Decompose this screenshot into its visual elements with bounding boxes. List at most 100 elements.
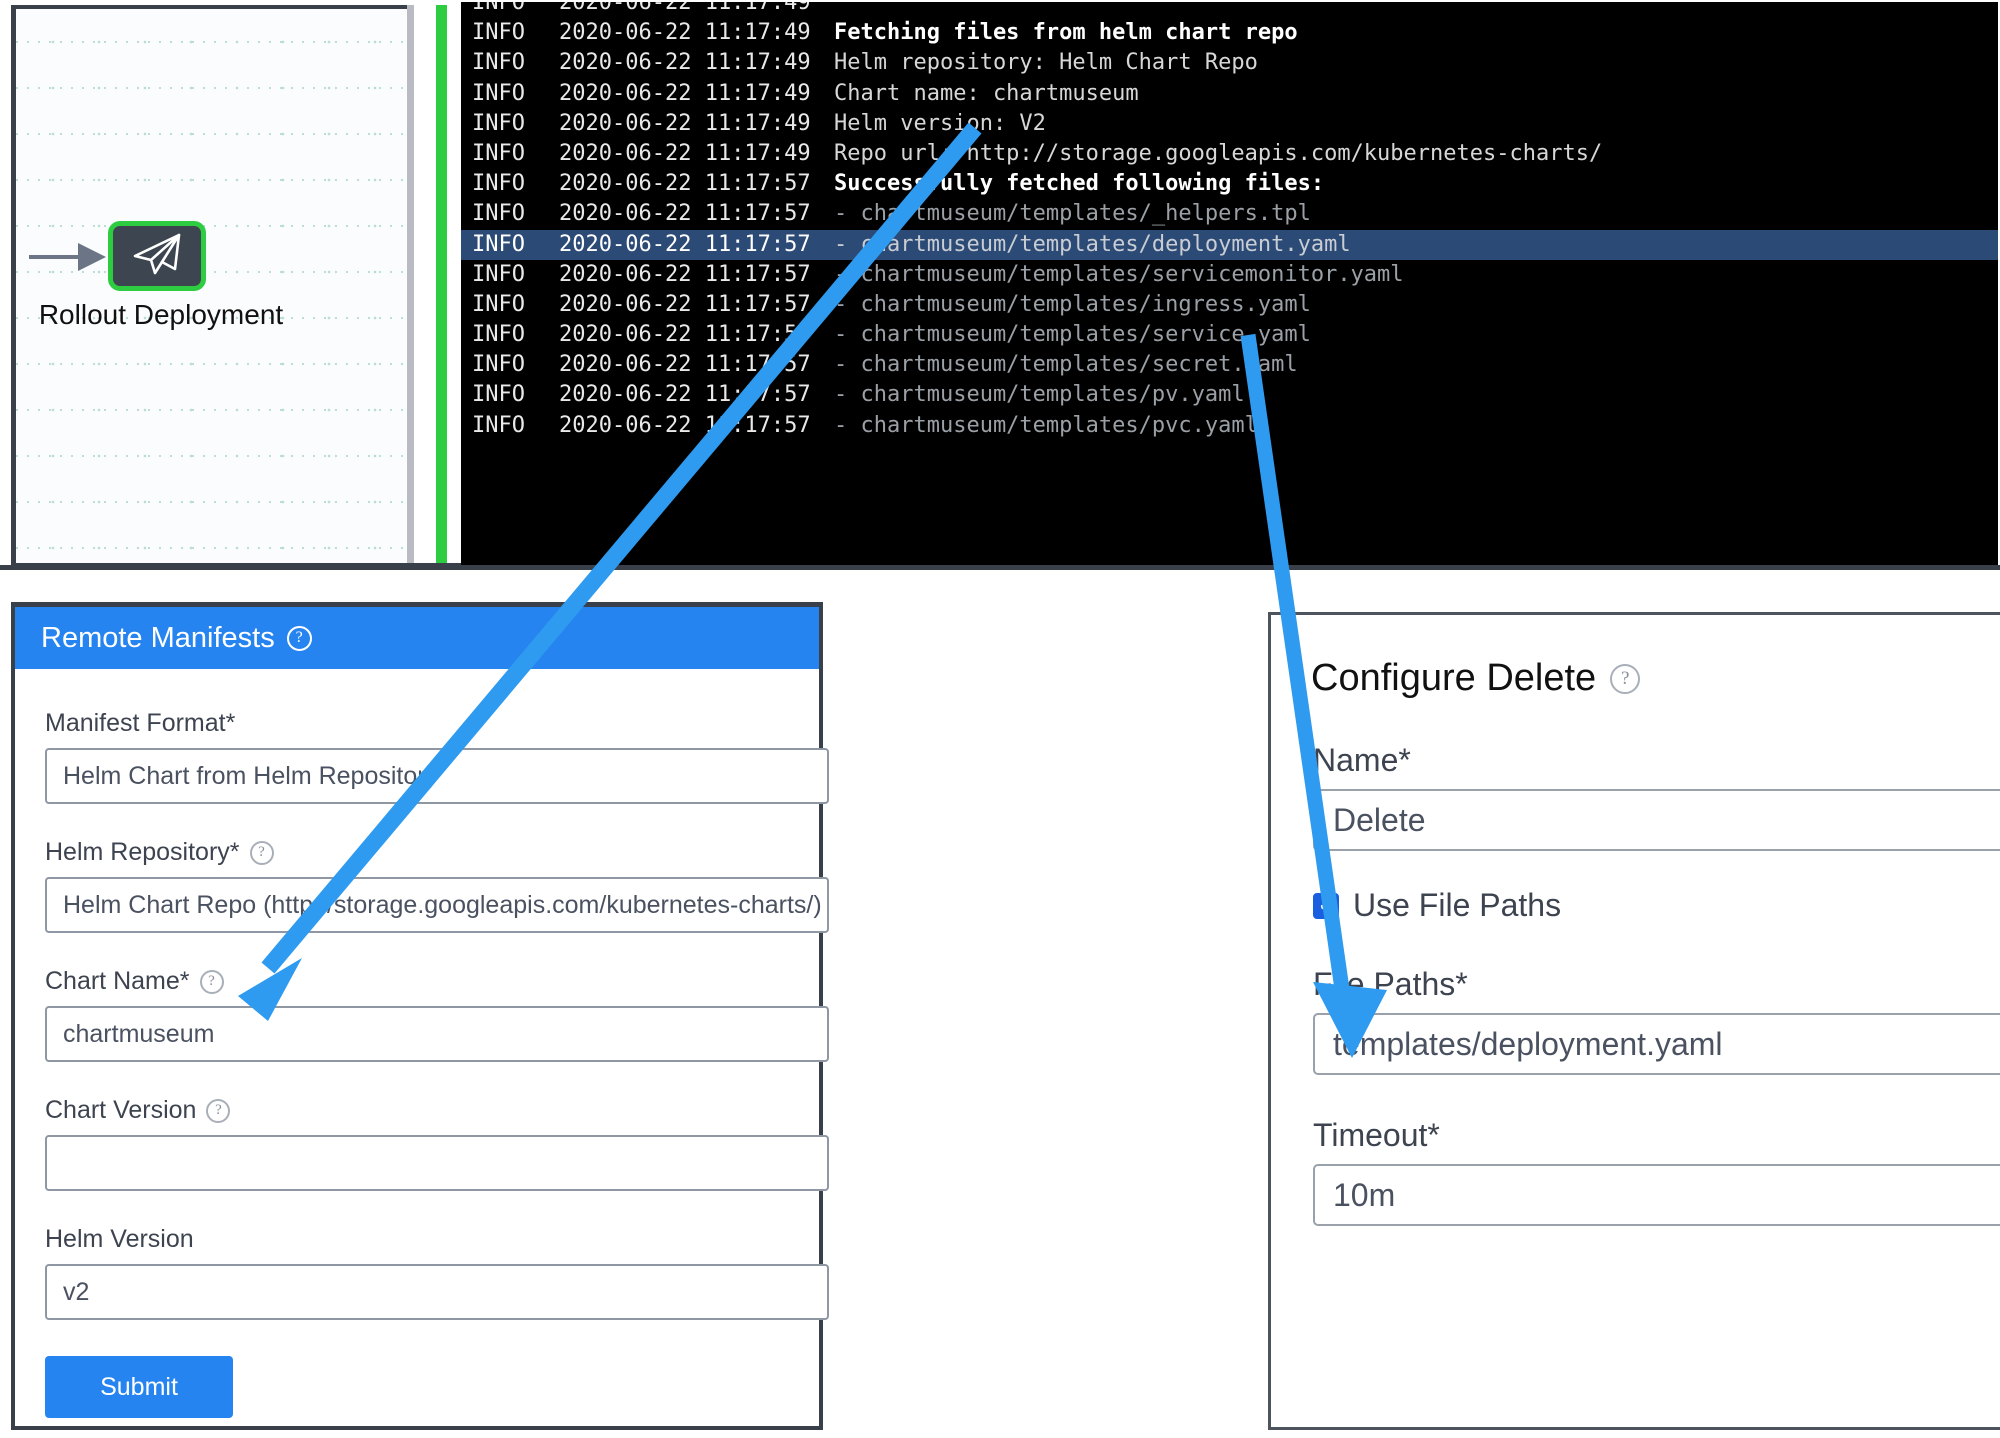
log-row[interactable]: INFO 2020-06-22 11:17:49 Chart name: chart…: [461, 79, 1998, 109]
field-label: Chart Name*?: [15, 967, 819, 996]
file-paths-label: File Paths*: [1313, 966, 1468, 1002]
log-message: Successfully fetched following files:: [834, 171, 1325, 197]
log-level: INFO: [472, 322, 525, 348]
field-input[interactable]: v2: [45, 1264, 829, 1320]
log-timestamp: 2020-06-22 11:17:57: [559, 322, 811, 348]
top-section: Rollout Deployment INFO 2020-06-22 11:17:…: [0, 0, 2000, 570]
configure-delete-panel: Configure Delete ? Name* Delete ✓ Use Fi…: [1268, 612, 2000, 1430]
log-message: - chartmuseum/templates/secret.yaml: [834, 352, 1298, 378]
log-level: INFO: [472, 50, 525, 76]
log-row[interactable]: INFO 2020-06-22 11:17:57 Successfully fetc…: [461, 169, 1998, 199]
help-icon[interactable]: ?: [286, 625, 312, 651]
remote-manifests-title: Remote Manifests: [41, 621, 275, 654]
field-label: Manifest Format*: [15, 709, 819, 738]
log-timestamp: 2020-06-22 11:17:49: [559, 80, 811, 106]
log-level: INFO: [472, 2, 525, 15]
log-message: Helm repository: Helm Chart Repo: [834, 50, 1258, 76]
field-label-text: Chart Name*: [45, 967, 190, 995]
log-message: - chartmuseum/templates/ingress.yaml: [834, 291, 1311, 317]
log-message: - chartmuseum/templates/deployment.yaml: [834, 231, 1351, 257]
log-row[interactable]: INFO 2020-06-22 11:17:57 - chartmuseum/tem…: [461, 350, 1998, 380]
log-level: INFO: [472, 171, 525, 197]
use-file-paths-row[interactable]: ✓ Use File Paths: [1271, 887, 2000, 924]
log-row[interactable]: INFO 2020-06-22 11:17:49: [461, 2, 1998, 18]
pipeline-node-label: Rollout Deployment: [38, 299, 284, 330]
log-row[interactable]: INFO 2020-06-22 11:17:49 Helm repository: …: [461, 48, 1998, 78]
log-row[interactable]: INFO 2020-06-22 11:17:57 - chartmuseum/tem…: [461, 290, 1998, 320]
log-row[interactable]: INFO 2020-06-22 11:17:57 - chartmuseum/tem…: [461, 229, 1998, 260]
submit-button[interactable]: Submit: [45, 1356, 233, 1418]
remote-manifests-panel: Remote Manifests ? Manifest Format* Helm …: [11, 602, 829, 1430]
field-label: Helm Version: [15, 1225, 819, 1254]
log-row[interactable]: INFO 2020-06-22 11:17:49 Fetching files fr…: [461, 18, 1998, 48]
log-row[interactable]: INFO 2020-06-22 11:17:57 - chartmuseum/tem…: [461, 380, 1998, 410]
field-label-text: Manifest Format*: [45, 709, 236, 737]
log-timestamp: 2020-06-22 11:17:49: [559, 2, 811, 15]
log-message: Helm version: V2: [834, 110, 1046, 136]
log-timestamp: 2020-06-22 11:17:49: [559, 50, 811, 76]
log-message: - chartmuseum/templates/_helpers.tpl: [834, 201, 1311, 227]
log-timestamp: 2020-06-22 11:17:49: [559, 20, 811, 46]
remote-manifests-body: Manifest Format* Helm Chart from Helm Rep…: [15, 669, 829, 1320]
log-row[interactable]: INFO 2020-06-22 11:17:57 - chartmuseum/tem…: [461, 260, 1998, 290]
log-level: INFO: [472, 352, 525, 378]
use-file-paths-checkbox[interactable]: ✓: [1313, 892, 1339, 919]
log-row[interactable]: INFO 2020-06-22 11:17:57 - chartmuseum/tem…: [461, 411, 1998, 441]
log-timestamp: 2020-06-22 11:17:57: [559, 201, 811, 227]
help-icon[interactable]: ?: [199, 969, 224, 994]
log-row[interactable]: INFO 2020-06-22 11:17:49 Repo url: http://…: [461, 139, 1998, 169]
field-label: Helm Repository*?: [15, 838, 819, 867]
name-label: Name*: [1313, 742, 1411, 778]
log-timestamp: 2020-06-22 11:17:57: [559, 171, 811, 197]
log-message: Fetching files from helm chart repo: [834, 20, 1298, 46]
log-message: - chartmuseum/templates/pv.yaml: [834, 382, 1245, 408]
field-label: Chart Version?: [15, 1096, 819, 1125]
log-message: - chartmuseum/templates/service.yaml: [834, 322, 1311, 348]
log-timestamp: 2020-06-22 11:17:57: [559, 382, 811, 408]
log-level: INFO: [472, 110, 525, 136]
log-timestamp: 2020-06-22 11:17:57: [559, 231, 811, 257]
log-timestamp: 2020-06-22 11:17:57: [559, 412, 811, 438]
terminal-bottom-border: [0, 565, 2000, 570]
help-icon[interactable]: ?: [206, 1098, 231, 1123]
name-input[interactable]: Delete: [1313, 789, 2000, 851]
log-level: INFO: [472, 261, 525, 287]
paper-plane-icon: [129, 231, 185, 282]
log-row[interactable]: INFO 2020-06-22 11:17:49 Helm version: V2: [461, 109, 1998, 139]
node-box[interactable]: [108, 221, 206, 291]
field-input[interactable]: Helm Chart from Helm Repository: [45, 748, 829, 804]
field-input[interactable]: Helm Chart Repo (http://storage.googleap…: [45, 877, 829, 933]
log-timestamp: 2020-06-22 11:17:57: [559, 352, 811, 378]
log-row[interactable]: INFO 2020-06-22 11:17:57 - chartmuseum/tem…: [461, 320, 1998, 350]
field-input[interactable]: [45, 1135, 829, 1191]
log-timestamp: 2020-06-22 11:17:49: [559, 110, 811, 136]
log-message: - chartmuseum/templates/servicemonitor.y…: [834, 261, 1404, 287]
field-label-text: Helm Repository*: [45, 838, 240, 866]
log-level: INFO: [472, 382, 525, 408]
log-level: INFO: [472, 231, 525, 257]
help-icon[interactable]: ?: [249, 840, 274, 865]
log-timestamp: 2020-06-22 11:17:49: [559, 140, 811, 166]
log-level: INFO: [472, 140, 525, 166]
configure-delete-title-row: Configure Delete ?: [1271, 615, 2000, 700]
pipeline-node-rollout-deployment[interactable]: Rollout Deployment: [39, 221, 283, 330]
log-message: - chartmuseum/templates/pvc.yaml: [834, 412, 1258, 438]
timeout-input[interactable]: 10m: [1313, 1164, 2000, 1226]
field-input[interactable]: chartmuseum: [45, 1006, 829, 1062]
log-level: INFO: [472, 412, 525, 438]
help-icon[interactable]: ?: [1610, 663, 1641, 694]
log-level: INFO: [472, 80, 525, 106]
canvas-scrollbar[interactable]: [407, 5, 414, 563]
pipeline-edge-arrow-icon: [78, 243, 106, 271]
log-row[interactable]: INFO 2020-06-22 11:17:57 - chartmuseum/tem…: [461, 199, 1998, 229]
log-timestamp: 2020-06-22 11:17:57: [559, 291, 811, 317]
panel-gap-2: [447, 5, 461, 563]
log-level: INFO: [472, 20, 525, 46]
execution-status-bar: [436, 5, 447, 563]
log-level: INFO: [472, 201, 525, 227]
pipeline-canvas[interactable]: Rollout Deployment: [11, 5, 407, 563]
file-paths-input[interactable]: templates/deployment.yaml: [1313, 1013, 2000, 1075]
log-timestamp: 2020-06-22 11:17:57: [559, 261, 811, 287]
configure-delete-title: Configure Delete: [1311, 657, 1597, 699]
execution-log-terminal[interactable]: INFO 2020-06-22 11:17:49 INFO 2020-06-22 11…: [461, 2, 1998, 565]
